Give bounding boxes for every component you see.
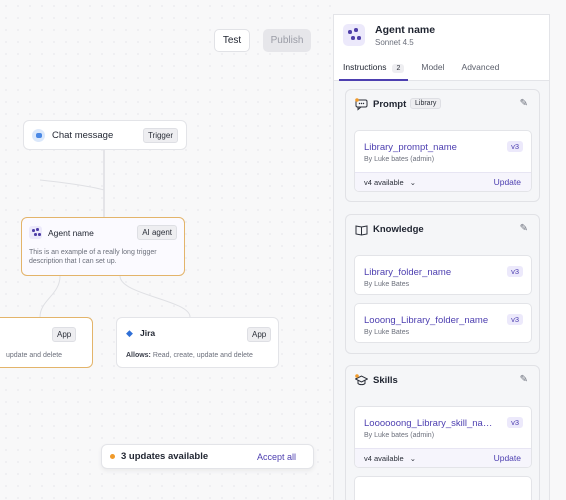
update-footer: v4 available ⌄ Update <box>355 448 531 467</box>
chevron-down-icon: ⌄ <box>409 454 416 463</box>
version-badge: v3 <box>507 266 523 277</box>
version-badge: v3 <box>507 314 523 325</box>
ai-agent-tag: AI agent <box>137 225 177 240</box>
jira-icon: ◆ <box>126 328 133 338</box>
updates-count-text: 3 updates available <box>121 451 209 462</box>
edit-pencil-icon[interactable]: ✎ <box>520 98 528 109</box>
node-label: Jira <box>140 328 156 338</box>
agent-name: Agent name <box>375 24 436 36</box>
prompt-section: Prompt Library ✎ Library_prompt_name By … <box>345 89 540 202</box>
chat-bubble-icon <box>32 128 45 142</box>
section-title: Prompt <box>373 99 407 110</box>
test-button[interactable]: Test <box>214 29 250 52</box>
knowledge-library-card[interactable]: Library_folder_name By Luke Bates v3 <box>354 255 532 295</box>
prompt-library-card[interactable]: Library_prompt_name By Luke bates (admin… <box>354 130 532 192</box>
tab-model[interactable]: Model <box>421 60 444 81</box>
graduation-cap-icon <box>355 374 368 386</box>
agent-node[interactable]: Agent name AI agent This is an example o… <box>21 217 185 276</box>
agent-settings-panel: Agent name Sonnet 4.5 Instructions 2 Mode… <box>333 14 550 500</box>
updates-banner: 3 updates available Accept all <box>101 444 314 469</box>
skills-section: Skills ✎ Loooooong_Library_skill_name By… <box>345 365 540 500</box>
version-badge: v3 <box>507 141 523 152</box>
agent-sparkle-icon <box>343 24 365 46</box>
node-permissions: Allows: Read, create, update and delete <box>126 352 253 359</box>
chat-message-node[interactable]: Chat message Trigger <box>23 120 187 150</box>
app-tag: App <box>247 327 272 342</box>
node-label: Chat message <box>52 129 114 141</box>
trigger-tag: Trigger <box>142 127 178 143</box>
version-badge: v3 <box>507 417 523 428</box>
node-permissions: update and delete <box>6 352 63 359</box>
app-node[interactable]: App update and delete <box>0 317 93 368</box>
item-name[interactable]: Library_prompt_name <box>364 142 494 153</box>
tab-count-badge: 2 <box>392 64 405 73</box>
item-name[interactable]: Looong_Library_folder_name <box>364 315 494 326</box>
edit-pencil-icon[interactable]: ✎ <box>520 223 528 234</box>
item-author: By Luke Bates <box>364 329 410 336</box>
item-name[interactable]: Loooooong_Library_skill_name <box>364 418 494 429</box>
item-author: By Luke bates (admin) <box>364 432 435 439</box>
warning-dot-icon <box>110 454 115 459</box>
section-header: Skills ✎ <box>346 366 539 396</box>
section-header: Prompt Library ✎ <box>346 90 539 120</box>
tab-instructions[interactable]: Instructions 2 <box>338 60 409 81</box>
item-author: By Luke Bates <box>364 281 410 288</box>
node-label: Agent name <box>48 227 94 238</box>
accept-all-button[interactable]: Accept all <box>257 452 296 462</box>
tab-advanced[interactable]: Advanced <box>462 60 500 81</box>
version-dropdown[interactable]: v4 available ⌄ <box>364 454 416 463</box>
chevron-down-icon: ⌄ <box>409 178 416 187</box>
book-icon <box>355 225 368 236</box>
section-header: Knowledge ✎ <box>346 215 539 245</box>
update-button[interactable]: Update <box>494 177 521 187</box>
workflow-canvas[interactable]: Test Publish Chat message Trigger Agent … <box>0 0 333 500</box>
item-name[interactable]: Library_folder_name <box>364 267 494 278</box>
knowledge-section: Knowledge ✎ Library_folder_name By Luke … <box>345 214 540 354</box>
update-footer: v4 available ⌄ Update <box>355 172 531 191</box>
jira-node[interactable]: ◆ Jira App Allows: Read, create, update … <box>116 317 279 368</box>
section-title: Knowledge <box>373 224 424 235</box>
panel-header: Agent name Sonnet 4.5 Instructions 2 Mode… <box>334 15 549 81</box>
version-dropdown[interactable]: v4 available ⌄ <box>364 178 416 187</box>
panel-tabs: Instructions 2 Model Advanced <box>338 60 549 81</box>
section-title: Skills <box>373 375 398 386</box>
agent-sparkle-icon <box>29 226 42 239</box>
edit-pencil-icon[interactable]: ✎ <box>520 374 528 385</box>
prompt-chat-icon <box>355 98 368 111</box>
publish-button[interactable]: Publish <box>263 29 311 52</box>
knowledge-library-card[interactable]: Looong_Library_folder_name By Luke Bates… <box>354 303 532 343</box>
skill-library-card[interactable]: Loooooong_Library_skill_name By Luke bat… <box>354 406 532 468</box>
app-tag: App <box>52 327 77 342</box>
update-button[interactable]: Update <box>494 453 521 463</box>
library-tag: Library <box>410 98 442 109</box>
agent-model: Sonnet 4.5 <box>375 38 414 47</box>
item-author: By Luke bates (admin) <box>364 156 435 163</box>
skill-library-card[interactable] <box>354 476 532 500</box>
node-description: This is an example of a really long trig… <box>29 249 157 266</box>
